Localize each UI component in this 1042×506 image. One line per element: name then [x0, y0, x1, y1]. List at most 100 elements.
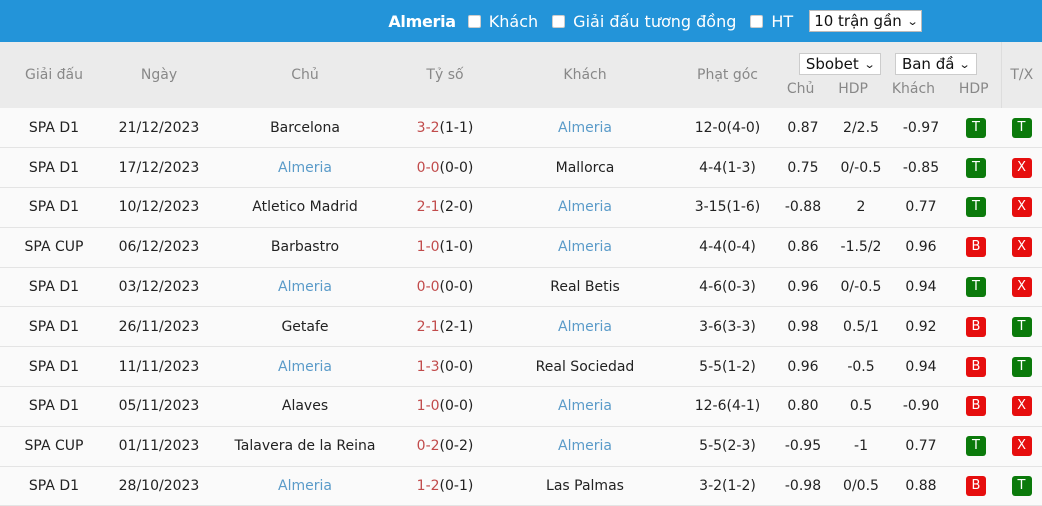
date: 17/12/2023: [108, 147, 210, 189]
away-team[interactable]: Almeria: [490, 306, 680, 348]
odds-hdp: 2: [831, 187, 891, 228]
result-hdp-cell: B: [951, 386, 1002, 427]
odds-home: 0.96: [775, 346, 831, 388]
full-time-score: 3-2: [416, 119, 440, 136]
away-team[interactable]: Almeria: [490, 426, 680, 467]
col-result-hdp: HDP: [958, 81, 989, 97]
filter-ht[interactable]: HT: [750, 12, 793, 31]
home-team[interactable]: Almeria: [210, 466, 400, 506]
odds-hdp: 0/0.5: [831, 466, 891, 506]
table-row[interactable]: SPA D1 10/12/2023 Atletico Madrid 2-1(2-0) A…: [0, 187, 1042, 228]
checkbox[interactable]: [552, 14, 566, 28]
col-odds-away: Khách: [891, 81, 936, 97]
away-team[interactable]: Real Sociedad: [490, 346, 680, 388]
away-team[interactable]: Mallorca: [490, 147, 680, 189]
col-tx: T/X: [1000, 42, 1042, 108]
table-row[interactable]: SPA D1 03/12/2023 Almeria 0-0(0-0) Real Beti…: [0, 267, 1042, 308]
match-count-select[interactable]: 10 trận gần ⌄: [809, 10, 922, 32]
away-team[interactable]: Real Betis: [490, 267, 680, 308]
odds-home: 0.75: [775, 147, 831, 189]
corners: 4-4(0-4): [680, 227, 775, 268]
corners: 3-2(1-2): [680, 466, 775, 506]
result-hdp-badge: T: [966, 277, 987, 298]
date: 05/11/2023: [108, 386, 210, 427]
score[interactable]: 1-0(1-0): [400, 227, 490, 268]
chevron-down-icon: ⌄: [959, 57, 972, 71]
chevron-down-icon: ⌄: [863, 57, 876, 71]
half-time-score: (0-1): [439, 478, 474, 495]
table-row[interactable]: SPA D1 21/12/2023 Barcelona 3-2(1-1) Almeria…: [0, 108, 1042, 149]
home-team[interactable]: Atletico Madrid: [210, 187, 400, 228]
away-team[interactable]: Almeria: [490, 227, 680, 268]
home-team[interactable]: Barbastro: [210, 227, 400, 268]
score[interactable]: 0-0(0-0): [400, 147, 490, 189]
score[interactable]: 2-1(2-0): [400, 187, 490, 228]
table-row[interactable]: SPA D1 26/11/2023 Getafe 2-1(2-1) Almeria 3-6…: [0, 306, 1042, 348]
corners: 12-6(4-1): [680, 386, 775, 427]
result-hdp-badge: T: [966, 117, 987, 138]
team-name: Almeria: [388, 11, 456, 31]
odds-hdp: 0.5/1: [831, 306, 891, 348]
odds-hdp: 0/-0.5: [831, 267, 891, 308]
filter-same-league[interactable]: Giải đấu tương đồng: [552, 12, 736, 31]
away-team[interactable]: Almeria: [490, 386, 680, 427]
odds-home: -0.95: [775, 426, 831, 467]
result-hdp-badge: T: [966, 157, 987, 178]
col-odds-hdp: HDP: [838, 81, 868, 97]
home-team[interactable]: Alaves: [210, 386, 400, 427]
date: 10/12/2023: [108, 187, 210, 228]
home-team[interactable]: Barcelona: [210, 108, 400, 149]
bookmaker-select[interactable]: Sbobet ⌄: [798, 53, 881, 75]
result-hdp-cell: T: [951, 426, 1002, 467]
odds-hdp: 0.5: [831, 386, 891, 427]
result-hdp-cell: B: [951, 306, 1002, 348]
score[interactable]: 1-0(0-0): [400, 386, 490, 427]
corners: 4-6(0-3): [680, 267, 775, 308]
checkbox[interactable]: [750, 14, 764, 28]
odds-away: 0.77: [891, 187, 951, 228]
checkbox[interactable]: [467, 14, 481, 28]
result-hdp-cell: B: [951, 227, 1002, 268]
filter-away[interactable]: Khách: [467, 12, 538, 31]
odds-type-select[interactable]: Ban đầ ⌄: [894, 53, 977, 75]
date: 03/12/2023: [108, 267, 210, 308]
league: SPA D1: [0, 147, 108, 189]
odds-hdp: -1: [831, 426, 891, 467]
match-history-table: Giải đấu Ngày Chủ Tỷ số Khách Phạt góc S…: [0, 42, 1042, 506]
home-team[interactable]: Getafe: [210, 306, 400, 348]
half-time-score: (0-0): [439, 159, 474, 176]
away-team[interactable]: Almeria: [490, 108, 680, 149]
col-odds-home: Chủ: [786, 81, 815, 97]
score[interactable]: 1-2(0-1): [400, 466, 490, 506]
home-team[interactable]: Almeria: [210, 267, 400, 308]
score[interactable]: 0-0(0-0): [400, 267, 490, 308]
home-team[interactable]: Almeria: [210, 147, 400, 189]
result-tx-badge: X: [1011, 237, 1032, 258]
result-hdp-badge: B: [966, 237, 987, 258]
score[interactable]: 1-3(0-0): [400, 346, 490, 388]
away-team[interactable]: Las Palmas: [490, 466, 680, 506]
away-team[interactable]: Almeria: [490, 187, 680, 228]
score[interactable]: 2-1(2-1): [400, 306, 490, 348]
full-time-score: 1-0: [416, 239, 440, 256]
home-team[interactable]: Talavera de la Reina: [210, 426, 400, 467]
corners: 4-4(1-3): [680, 147, 775, 189]
home-team[interactable]: Almeria: [210, 346, 400, 388]
odds-home: -0.88: [775, 187, 831, 228]
odds-hdp: -1.5/2: [831, 227, 891, 268]
col-corners: Phạt góc: [680, 42, 775, 108]
table-row[interactable]: SPA D1 11/11/2023 Almeria 1-3(0-0) Real Soci…: [0, 346, 1042, 388]
score[interactable]: 3-2(1-1): [400, 108, 490, 149]
score[interactable]: 0-2(0-2): [400, 426, 490, 467]
odds-home: 0.80: [775, 386, 831, 427]
result-hdp-cell: B: [951, 346, 1002, 388]
table-row[interactable]: SPA D1 17/12/2023 Almeria 0-0(0-0) Mallorca 4…: [0, 147, 1042, 189]
odds-hdp: -0.5: [831, 346, 891, 388]
filter-bar: Almeria Khách Giải đấu tương đồng HT 10 …: [0, 0, 1042, 42]
table-row[interactable]: SPA D1 05/11/2023 Alaves 1-0(0-0) Almeria 12-…: [0, 386, 1042, 427]
table-row[interactable]: SPA CUP 06/12/2023 Barbastro 1-0(1-0) Almeri…: [0, 227, 1042, 268]
table-row[interactable]: SPA CUP 01/11/2023 Talavera de la Reina 0-2…: [0, 426, 1042, 467]
table-row[interactable]: SPA D1 28/10/2023 Almeria 1-2(0-1) Las Palma…: [0, 466, 1042, 506]
odds-home: 0.96: [775, 267, 831, 308]
odds-away: 0.94: [891, 267, 951, 308]
